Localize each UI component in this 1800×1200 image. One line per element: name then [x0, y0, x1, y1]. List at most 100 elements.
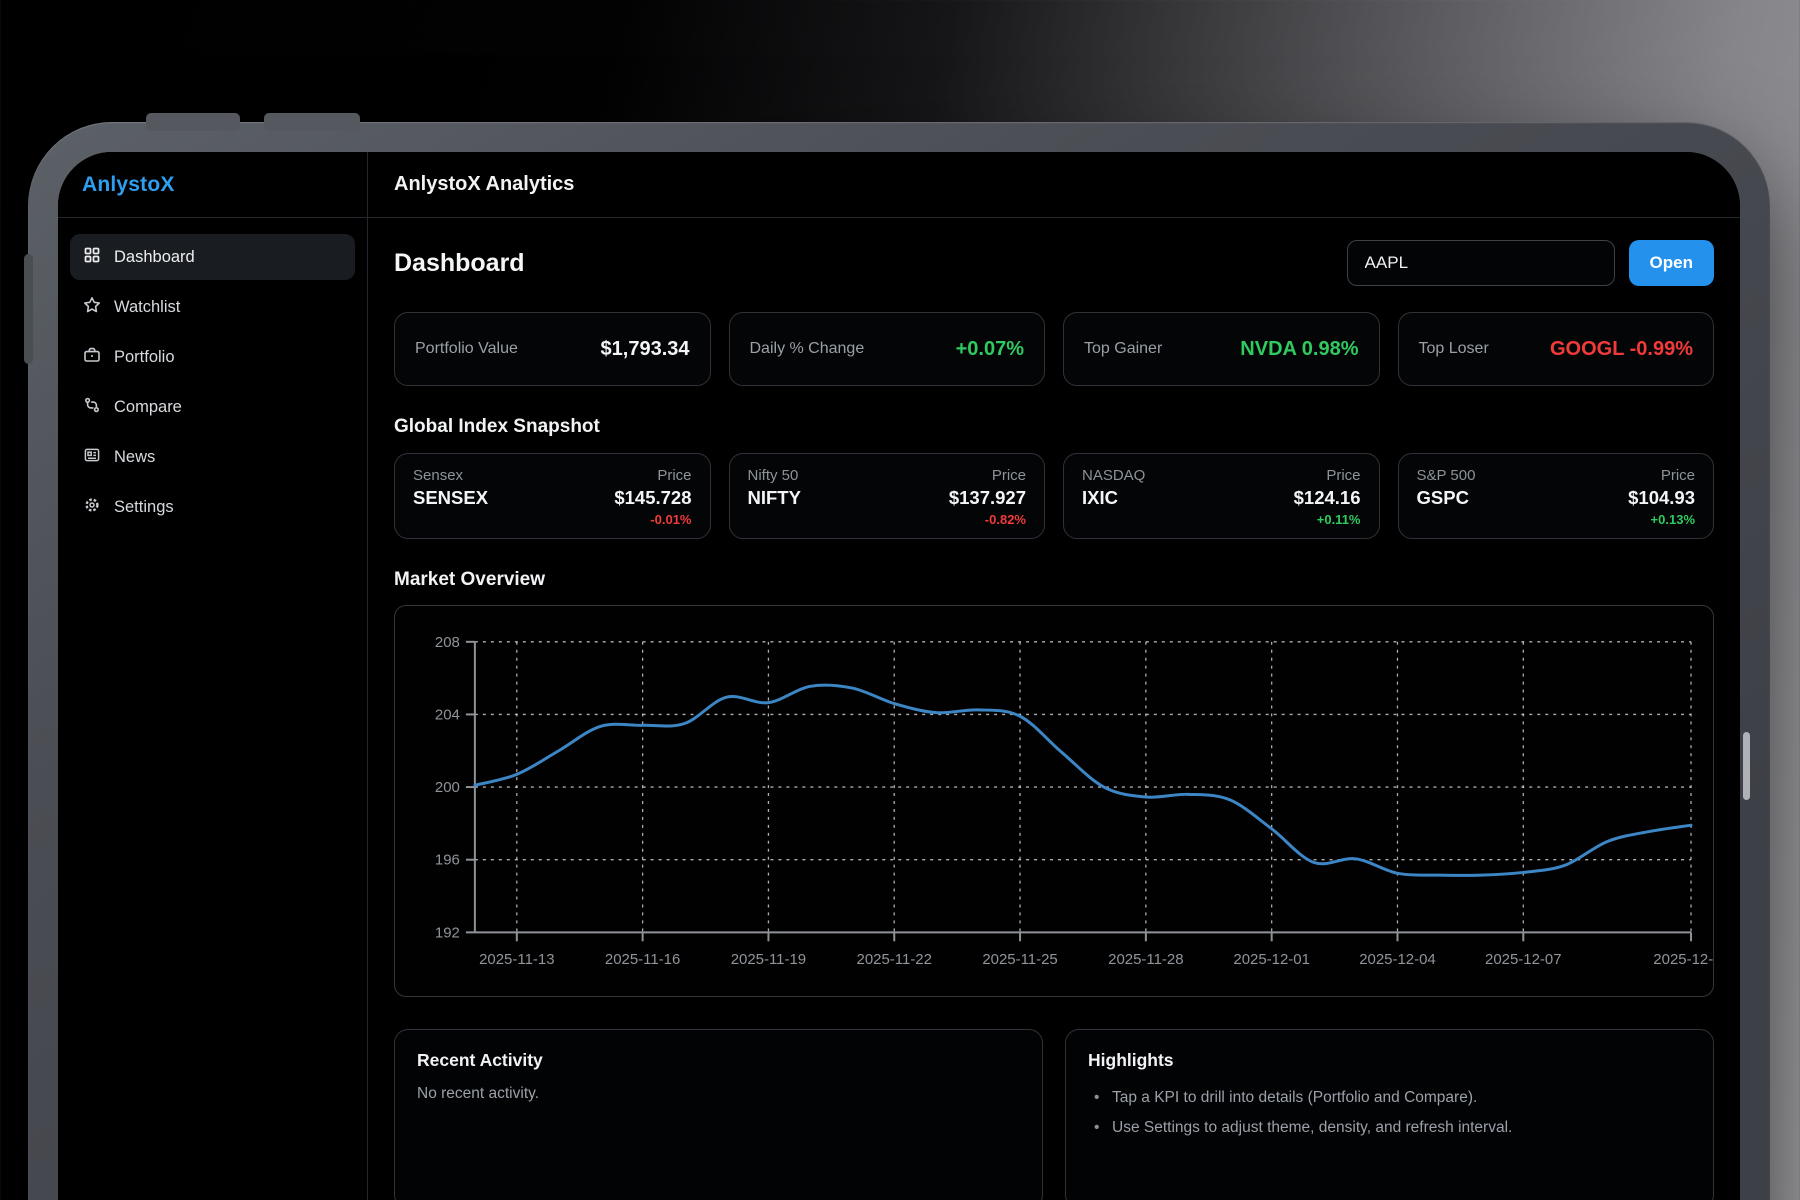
index-name: NASDAQ: [1082, 467, 1145, 484]
sidebar-item-label: Settings: [114, 498, 174, 517]
kpi-card-portfolio-value[interactable]: Portfolio Value $1,793.34: [394, 312, 711, 386]
svg-text:2025-12-04: 2025-12-04: [1359, 951, 1436, 968]
svg-text:204: 204: [435, 706, 460, 723]
chart-section-title: Market Overview: [394, 569, 1714, 591]
highlights-list: Tap a KPI to drill into details (Portfol…: [1088, 1083, 1691, 1143]
kpi-label: Daily % Change: [750, 340, 865, 358]
svg-text:2025-11-16: 2025-11-16: [605, 951, 680, 968]
recent-activity-empty: No recent activity.: [417, 1085, 1020, 1103]
recent-activity-panel: Recent Activity No recent activity.: [394, 1029, 1043, 1200]
sidebar-item-watchlist[interactable]: Watchlist: [70, 284, 355, 330]
kpi-card-top-gainer[interactable]: Top Gainer NVDA 0.98%: [1063, 312, 1380, 386]
index-price: $137.927: [949, 487, 1026, 509]
sidebar-item-label: Dashboard: [114, 248, 195, 267]
kpi-value: +0.07%: [956, 338, 1024, 361]
svg-text:196: 196: [435, 852, 460, 869]
screen: AnlystoX Dashboard: [58, 152, 1740, 1200]
page-title: Dashboard: [394, 249, 525, 278]
highlight-item: Tap a KPI to drill into details (Portfol…: [1088, 1083, 1691, 1113]
sidebar-item-settings[interactable]: Settings: [70, 484, 355, 530]
ticker-search-input[interactable]: [1347, 240, 1615, 286]
price-column-label: Price: [657, 467, 691, 484]
svg-text:2025-12-11: 2025-12-11: [1653, 951, 1713, 968]
svg-text:2025-11-28: 2025-11-28: [1108, 951, 1183, 968]
svg-text:208: 208: [435, 634, 460, 651]
kpi-value: $1,793.34: [601, 338, 690, 361]
price-column-label: Price: [1661, 467, 1695, 484]
sidebar-item-compare[interactable]: Compare: [70, 384, 355, 430]
power-button: [1743, 732, 1750, 800]
kpi-label: Portfolio Value: [415, 340, 518, 358]
sidebar-item-label: Compare: [114, 398, 182, 417]
svg-text:2025-11-22: 2025-11-22: [857, 951, 932, 968]
sidebar-nav: Dashboard Watchlist: [58, 218, 367, 546]
sidebar-item-dashboard[interactable]: Dashboard: [70, 234, 355, 280]
highlights-panel: Highlights Tap a KPI to drill into detai…: [1065, 1029, 1714, 1200]
volume-up-button: [146, 113, 240, 131]
index-name: Sensex: [413, 467, 463, 484]
index-section-title: Global Index Snapshot: [394, 416, 1714, 438]
index-symbol: GSPC: [1417, 487, 1469, 509]
index-change: +0.11%: [1082, 512, 1361, 527]
index-price: $104.93: [1628, 487, 1695, 509]
newspaper-icon: [83, 446, 101, 469]
index-price: $145.728: [614, 487, 691, 509]
sidebar: AnlystoX Dashboard: [58, 152, 368, 1200]
kpi-label: Top Loser: [1419, 340, 1489, 358]
index-change: -0.01%: [413, 512, 692, 527]
sidebar-item-portfolio[interactable]: Portfolio: [70, 334, 355, 380]
highlight-item: Use Settings to adjust theme, density, a…: [1088, 1113, 1691, 1143]
sidebar-item-news[interactable]: News: [70, 434, 355, 480]
svg-text:2025-11-25: 2025-11-25: [982, 951, 1057, 968]
page-header-row: Dashboard Open: [394, 240, 1714, 286]
index-card-sp500[interactable]: S&P 500 Price GSPC $104.93 +0.13%: [1398, 453, 1715, 539]
kpi-card-top-loser[interactable]: Top Loser GOOGL -0.99%: [1398, 312, 1715, 386]
svg-text:2025-11-13: 2025-11-13: [479, 951, 554, 968]
kpi-row: Portfolio Value $1,793.34 Daily % Change…: [394, 312, 1714, 386]
index-change: +0.13%: [1417, 512, 1696, 527]
app-header-title: AnlystoX Analytics: [394, 173, 574, 196]
side-button: [24, 254, 33, 364]
index-symbol: NIFTY: [748, 487, 801, 509]
kpi-label: Top Gainer: [1084, 340, 1162, 358]
bottom-panels: Recent Activity No recent activity. High…: [394, 1029, 1714, 1200]
sidebar-item-label: News: [114, 448, 155, 467]
index-symbol: IXIC: [1082, 487, 1118, 509]
index-name: Nifty 50: [748, 467, 799, 484]
index-card-nifty[interactable]: Nifty 50 Price NIFTY $137.927 -0.82%: [729, 453, 1046, 539]
open-button[interactable]: Open: [1629, 240, 1714, 286]
svg-text:2025-12-01: 2025-12-01: [1233, 951, 1310, 968]
sidebar-item-label: Portfolio: [114, 348, 175, 367]
sidebar-item-label: Watchlist: [114, 298, 180, 317]
index-card-nasdaq[interactable]: NASDAQ Price IXIC $124.16 +0.11%: [1063, 453, 1380, 539]
recent-activity-title: Recent Activity: [417, 1050, 1020, 1071]
index-change: -0.82%: [748, 512, 1027, 527]
dashboard-content: Dashboard Open Portfolio Value $1,793.34…: [368, 218, 1740, 1200]
highlights-title: Highlights: [1088, 1050, 1691, 1071]
gear-icon: [83, 496, 101, 519]
top-bar: AnlystoX Analytics: [368, 152, 1740, 218]
main-area: AnlystoX Analytics Dashboard Open Portfo…: [368, 152, 1740, 1200]
kpi-card-daily-change[interactable]: Daily % Change +0.07%: [729, 312, 1046, 386]
index-card-sensex[interactable]: Sensex Price SENSEX $145.728 -0.01%: [394, 453, 711, 539]
svg-text:200: 200: [435, 779, 460, 796]
star-icon: [83, 296, 101, 319]
index-card-row: Sensex Price SENSEX $145.728 -0.01% Nift…: [394, 453, 1714, 539]
kpi-value: NVDA 0.98%: [1240, 338, 1358, 361]
index-price: $124.16: [1294, 487, 1361, 509]
kpi-value: GOOGL -0.99%: [1550, 338, 1693, 361]
briefcase-icon: [83, 346, 101, 369]
svg-text:2025-11-19: 2025-11-19: [731, 951, 806, 968]
svg-text:2025-12-07: 2025-12-07: [1485, 951, 1562, 968]
price-column-label: Price: [1326, 467, 1360, 484]
volume-down-button: [264, 113, 360, 131]
index-symbol: SENSEX: [413, 487, 488, 509]
price-column-label: Price: [992, 467, 1026, 484]
tablet-device-frame: AnlystoX Dashboard: [28, 122, 1770, 1200]
app-logo: AnlystoX: [82, 173, 175, 197]
market-overview-chart: 1921962002042082025-11-132025-11-162025-…: [394, 605, 1714, 997]
ticker-search-group: Open: [1347, 240, 1714, 286]
line-chart: 1921962002042082025-11-132025-11-162025-…: [395, 606, 1713, 996]
sidebar-header: AnlystoX: [58, 152, 367, 218]
grid-icon: [83, 246, 101, 269]
